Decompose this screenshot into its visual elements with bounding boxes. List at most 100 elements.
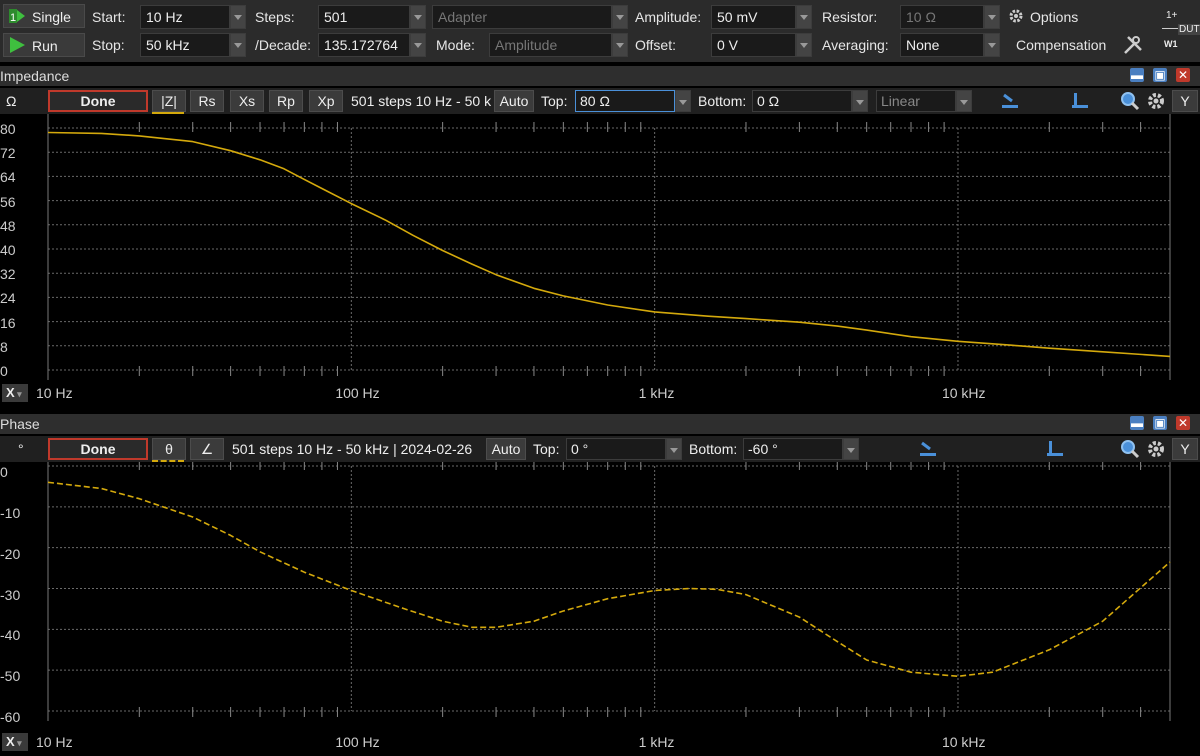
resistor-select[interactable]: 10 Ω <box>900 5 984 29</box>
impedance-x-tick-label: 100 Hz <box>335 385 380 401</box>
phase-top-field[interactable]: 0 ° <box>566 438 666 460</box>
phase-title: Phase <box>0 416 40 432</box>
phase-settings-gear-icon[interactable] <box>1146 439 1166 459</box>
phase-cursor-top-icon[interactable] <box>918 439 938 459</box>
impedance-restore-button[interactable]: ▣ <box>1153 68 1167 82</box>
impedance-xs-button[interactable]: Xs <box>230 90 264 112</box>
impedance-top-field[interactable]: 80 Ω <box>575 90 675 112</box>
impedance-z-button[interactable]: |Z| <box>152 90 186 112</box>
phase-plot-area: 0 -10 -20 -30 -40 -50 -60 <box>0 462 1200 730</box>
impedance-y-axis-button[interactable]: Y <box>1172 90 1198 112</box>
impedance-titlebar: Impedance ▬ ▣ ✕ <box>0 66 1200 86</box>
impedance-x-tick-label: 1 kHz <box>638 385 675 401</box>
settings-gear-icon[interactable] <box>1146 91 1166 111</box>
averaging-select[interactable]: None <box>900 33 984 57</box>
cursor-top-icon[interactable] <box>1000 91 1020 111</box>
phase-auto-button[interactable]: Auto <box>486 438 526 460</box>
phase-restore-button[interactable]: ▣ <box>1153 416 1167 430</box>
decade-label: /Decade: <box>255 37 312 53</box>
phase-theta-button[interactable]: θ <box>152 438 186 460</box>
impedance-xp-button[interactable]: Xp <box>309 90 343 112</box>
mode-select[interactable]: Amplitude <box>489 33 612 57</box>
offset-label: Offset: <box>635 37 676 53</box>
phase-info: 501 steps 10 Hz - 50 kHz | 2024-02-26 <box>232 441 473 457</box>
phase-unit: ° <box>18 441 24 457</box>
impedance-auto-button[interactable]: Auto <box>494 90 534 112</box>
start-field[interactable]: 10 Hz <box>140 5 230 29</box>
impedance-title: Impedance <box>0 68 70 84</box>
resistor-label: Resistor: <box>822 9 878 25</box>
impedance-x-tick-label: 10 Hz <box>36 385 73 401</box>
phase-x-tick-label: 1 kHz <box>638 734 675 750</box>
compensation-button[interactable]: Compensation <box>1016 35 1106 55</box>
cursor-bottom-icon[interactable] <box>1070 91 1090 111</box>
stop-label: Stop: <box>92 37 125 53</box>
offset-dropdown[interactable] <box>796 33 812 57</box>
impedance-done-button[interactable]: Done <box>48 90 148 112</box>
impedance-unit: Ω <box>6 93 17 109</box>
single-button[interactable]: 1 Single <box>3 4 85 28</box>
wrench-icon[interactable] <box>1122 34 1144 56</box>
phase-top-dropdown[interactable] <box>666 438 682 460</box>
amplitude-dropdown[interactable] <box>796 5 812 29</box>
x-label: X <box>6 734 15 749</box>
run-label: Run <box>32 38 58 54</box>
impedance-x-axis-button[interactable]: X ▾ <box>2 384 28 402</box>
dut-connection-diagram: 1+ DUT W1 <box>1150 4 1200 58</box>
phase-bottom-dropdown[interactable] <box>843 438 859 460</box>
impedance-x-axis: X ▾ 10 Hz 100 Hz 1 kHz 10 kHz <box>0 383 1200 403</box>
impedance-info: 501 steps 10 Hz - 50 kHz | 2024-02-26 <box>351 93 491 109</box>
phase-top-label: Top: <box>533 441 560 457</box>
adapter-select[interactable]: Adapter <box>432 5 612 29</box>
decade-field[interactable]: 135.172764 <box>318 33 410 57</box>
steps-field[interactable]: 501 <box>318 5 410 29</box>
phase-zoom-icon[interactable] <box>1120 439 1140 459</box>
impedance-top-dropdown[interactable] <box>675 90 691 112</box>
phase-minimize-button[interactable]: ▬ <box>1130 416 1144 430</box>
stop-field[interactable]: 50 kHz <box>140 33 230 57</box>
impedance-minimize-button[interactable]: ▬ <box>1130 68 1144 82</box>
resistor-dropdown[interactable] <box>984 5 1000 29</box>
stop-dropdown[interactable] <box>230 33 246 57</box>
channel-one-label: 1+ <box>1166 10 1178 21</box>
phase-done-button[interactable]: Done <box>48 438 148 460</box>
zoom-icon[interactable] <box>1120 91 1140 111</box>
steps-label: Steps: <box>255 9 295 25</box>
play-icon <box>10 37 25 53</box>
phase-x-axis: X ▾ 10 Hz 100 Hz 1 kHz 10 kHz <box>0 732 1200 752</box>
start-dropdown[interactable] <box>230 5 246 29</box>
amplitude-field[interactable]: 50 mV <box>711 5 796 29</box>
phase-y-axis-button[interactable]: Y <box>1172 438 1198 460</box>
impedance-bottom-dropdown[interactable] <box>852 90 868 112</box>
w1-label: W1 <box>1164 39 1178 49</box>
impedance-rs-button[interactable]: Rs <box>190 90 224 112</box>
impedance-bottom-label: Bottom: <box>698 93 747 109</box>
impedance-scale-dropdown[interactable] <box>956 90 972 112</box>
impedance-toolbar: Ω Done |Z| Rs Xs Rp Xp 501 steps 10 Hz -… <box>0 88 1200 114</box>
phase-x-axis-button[interactable]: X ▾ <box>2 733 28 751</box>
phase-bottom-field[interactable]: -60 ° <box>743 438 843 460</box>
impedance-rp-button[interactable]: Rp <box>269 90 303 112</box>
single-label: Single <box>32 9 71 25</box>
impedance-bottom-field[interactable]: 0 Ω <box>752 90 852 112</box>
phase-close-button[interactable]: ✕ <box>1176 416 1190 430</box>
impedance-close-button[interactable]: ✕ <box>1176 68 1190 82</box>
x-label: X <box>6 385 15 400</box>
phase-bottom-label: Bottom: <box>689 441 738 457</box>
averaging-dropdown[interactable] <box>984 33 1000 57</box>
decade-dropdown[interactable] <box>410 33 426 57</box>
phase-x-tick-label: 10 kHz <box>941 734 986 750</box>
impedance-x-tick-label: 10 kHz <box>941 385 986 401</box>
run-button[interactable]: Run <box>3 33 85 57</box>
mode-dropdown[interactable] <box>612 33 628 57</box>
phase-cursor-bottom-icon[interactable] <box>1045 439 1065 459</box>
steps-dropdown[interactable] <box>410 5 426 29</box>
impedance-scale-select[interactable]: Linear <box>876 90 956 112</box>
adapter-dropdown[interactable] <box>612 5 628 29</box>
phase-angle-button[interactable]: ∠ <box>190 438 224 460</box>
phase-x-tick-label: 10 Hz <box>36 734 73 750</box>
offset-field[interactable]: 0 V <box>711 33 796 57</box>
mode-label: Mode: <box>436 37 475 53</box>
svg-text:1: 1 <box>10 12 16 24</box>
impedance-chart <box>47 114 1171 380</box>
